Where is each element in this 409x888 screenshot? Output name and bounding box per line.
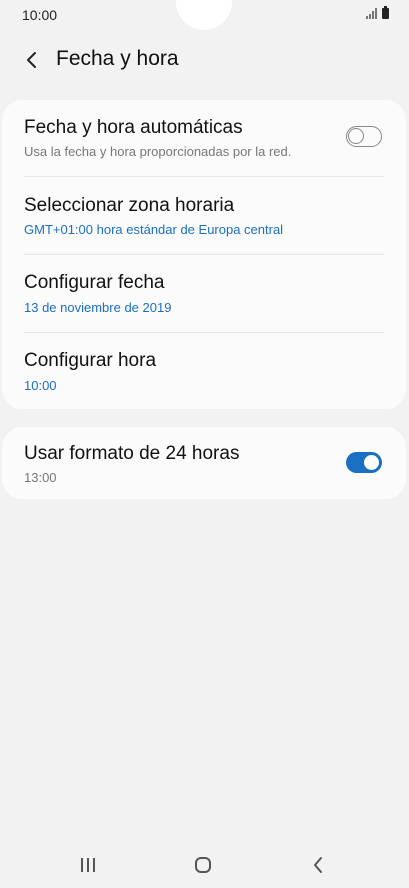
timezone-value: GMT+01:00 hora estándar de Europa centra… [24, 222, 284, 237]
timezone-row[interactable]: Seleccionar zona horaria GMT+01:00 hora … [2, 177, 406, 254]
navigation-bar [0, 840, 409, 888]
set-time-title: Configurar hora [24, 350, 157, 371]
app-header: Fecha y hora [0, 40, 409, 80]
format-24h-example: 13:00 [24, 470, 57, 485]
set-date-row[interactable]: Configurar fecha 13 de noviembre de 2019 [2, 255, 406, 332]
auto-datetime-row[interactable]: Fecha y hora automáticas Usa la fecha y … [2, 100, 406, 176]
battery-icon [382, 6, 389, 19]
home-icon [195, 857, 211, 873]
settings-card-format: Usar formato de 24 horas 13:00 [2, 427, 406, 499]
back-icon [314, 857, 322, 873]
chevron-left-icon [27, 52, 36, 68]
set-time-row[interactable]: Configurar hora 10:00 [2, 333, 406, 409]
auto-datetime-title: Fecha y hora automáticas [24, 117, 243, 138]
recent-apps-button[interactable] [68, 850, 108, 880]
home-button[interactable] [183, 850, 223, 880]
format-24h-row[interactable]: Usar formato de 24 horas 13:00 [2, 427, 406, 499]
toggle-knob [362, 453, 381, 472]
set-date-value: 13 de noviembre de 2019 [24, 300, 172, 315]
back-button[interactable] [18, 46, 46, 74]
set-date-title: Configurar fecha [24, 272, 165, 293]
signal-icon [366, 8, 377, 19]
camera-notch [176, 0, 232, 30]
toggle-knob [348, 128, 364, 144]
system-icons [366, 6, 389, 19]
format-24h-toggle[interactable] [346, 452, 382, 473]
auto-datetime-subtitle: Usa la fecha y hora proporcionadas por l… [24, 144, 292, 159]
auto-datetime-toggle[interactable] [346, 126, 382, 147]
format-24h-title: Usar formato de 24 horas [24, 443, 240, 464]
recent-apps-icon [81, 858, 95, 872]
timezone-title: Seleccionar zona horaria [24, 195, 235, 216]
page-title: Fecha y hora [56, 47, 179, 70]
status-bar: 10:00 [0, 0, 409, 30]
nav-back-button[interactable] [298, 850, 338, 880]
status-time: 10:00 [22, 7, 58, 23]
settings-card-datetime: Fecha y hora automáticas Usa la fecha y … [2, 100, 406, 409]
set-time-value: 10:00 [24, 378, 57, 393]
